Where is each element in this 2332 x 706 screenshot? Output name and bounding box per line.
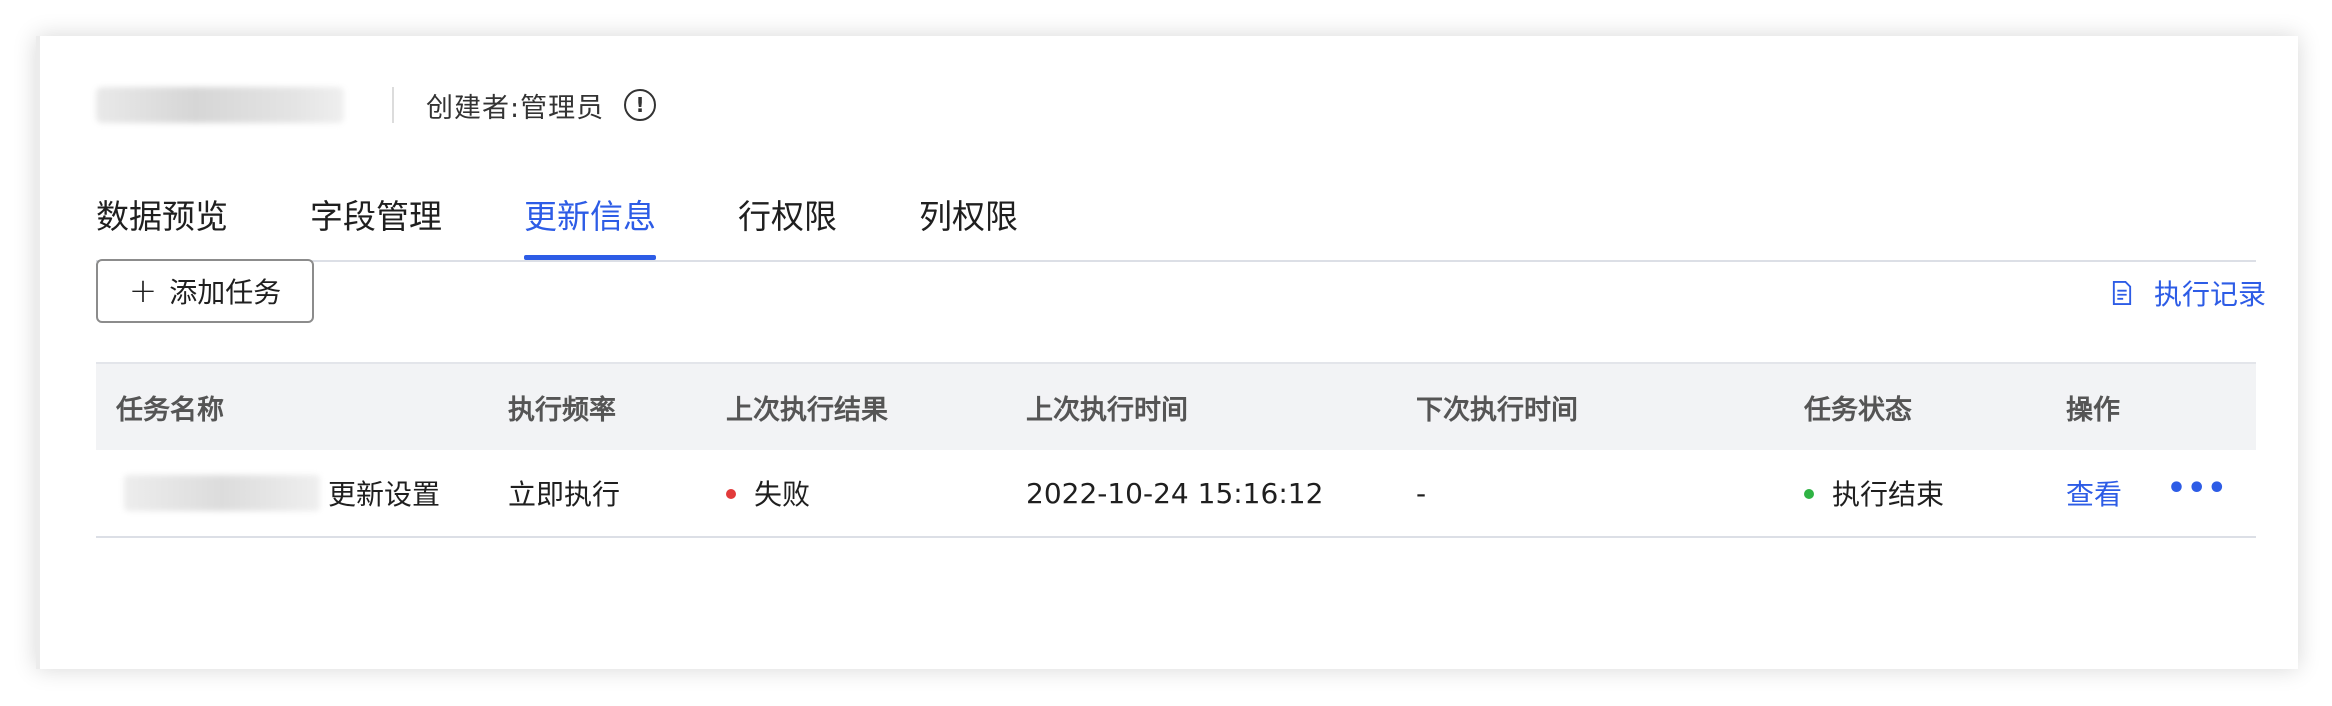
task-name-cell: 更新设置 — [116, 473, 440, 513]
tab-update-info[interactable]: 更新信息 — [524, 186, 656, 260]
last-result-text: 失败 — [754, 478, 811, 511]
col-last-time: 上次执行时间 — [1026, 394, 1188, 426]
more-icon[interactable]: ••• — [2167, 474, 2228, 504]
task-status-cell: 执行结束 — [1804, 473, 1944, 513]
last-time-cell: 2022-10-24 15:16:12 — [1026, 476, 1324, 510]
execution-record-link[interactable]: 执行记录 — [2108, 268, 2266, 318]
frequency-cell: 立即执行 — [508, 478, 621, 511]
tab-column-permission[interactable]: 列权限 — [919, 186, 1018, 258]
add-task-button[interactable]: + 添加任务 — [96, 259, 314, 323]
execution-record-label: 执行记录 — [2153, 278, 2266, 311]
task-table: 任务名称 执行频率 上次执行结果 上次执行时间 下次执行时间 任务状态 操作 更… — [96, 362, 2256, 538]
add-task-label: 添加任务 — [169, 276, 282, 309]
col-next-time: 下次执行时间 — [1416, 394, 1578, 426]
next-time-cell: - — [1416, 476, 1427, 510]
task-name-redacted — [124, 475, 320, 511]
tab-field-management[interactable]: 字段管理 — [310, 186, 442, 258]
table-header: 任务名称 执行频率 上次执行结果 上次执行时间 下次执行时间 任务状态 操作 — [96, 362, 2256, 450]
tab-row-permission[interactable]: 行权限 — [738, 186, 837, 258]
fail-status-dot — [726, 489, 736, 499]
last-result-cell: 失败 — [726, 473, 810, 513]
creator-label: 创建者:管理员 — [426, 92, 605, 124]
plus-icon: + — [128, 271, 158, 311]
col-frequency: 执行频率 — [508, 394, 616, 426]
dataset-name-redacted — [96, 87, 344, 123]
header-divider — [392, 87, 394, 123]
col-last-result: 上次执行结果 — [726, 394, 888, 426]
tab-data-preview[interactable]: 数据预览 — [96, 186, 228, 258]
task-name-suffix: 更新设置 — [328, 478, 441, 511]
info-icon[interactable]: ! — [624, 89, 657, 121]
tab-bar: 数据预览 字段管理 更新信息 行权限 列权限 — [96, 186, 2256, 262]
dataset-header: 创建者:管理员 ! — [96, 80, 657, 130]
col-task-name: 任务名称 — [116, 394, 224, 426]
task-status-text: 执行结束 — [1832, 478, 1945, 511]
view-link[interactable]: 查看 — [2066, 478, 2122, 511]
actions-cell: 查看 ••• — [2066, 473, 2227, 513]
table-row: 更新设置 立即执行 失败 2022-10-24 15:16:12 - 执行结束 … — [96, 450, 2256, 538]
dataset-detail-panel: 创建者:管理员 ! 数据预览 字段管理 更新信息 行权限 列权限 + 添加任务 … — [36, 36, 2298, 669]
document-icon — [2112, 280, 2132, 306]
col-actions: 操作 — [2066, 394, 2120, 426]
success-status-dot — [1804, 489, 1814, 499]
col-task-status: 任务状态 — [1804, 394, 1912, 426]
